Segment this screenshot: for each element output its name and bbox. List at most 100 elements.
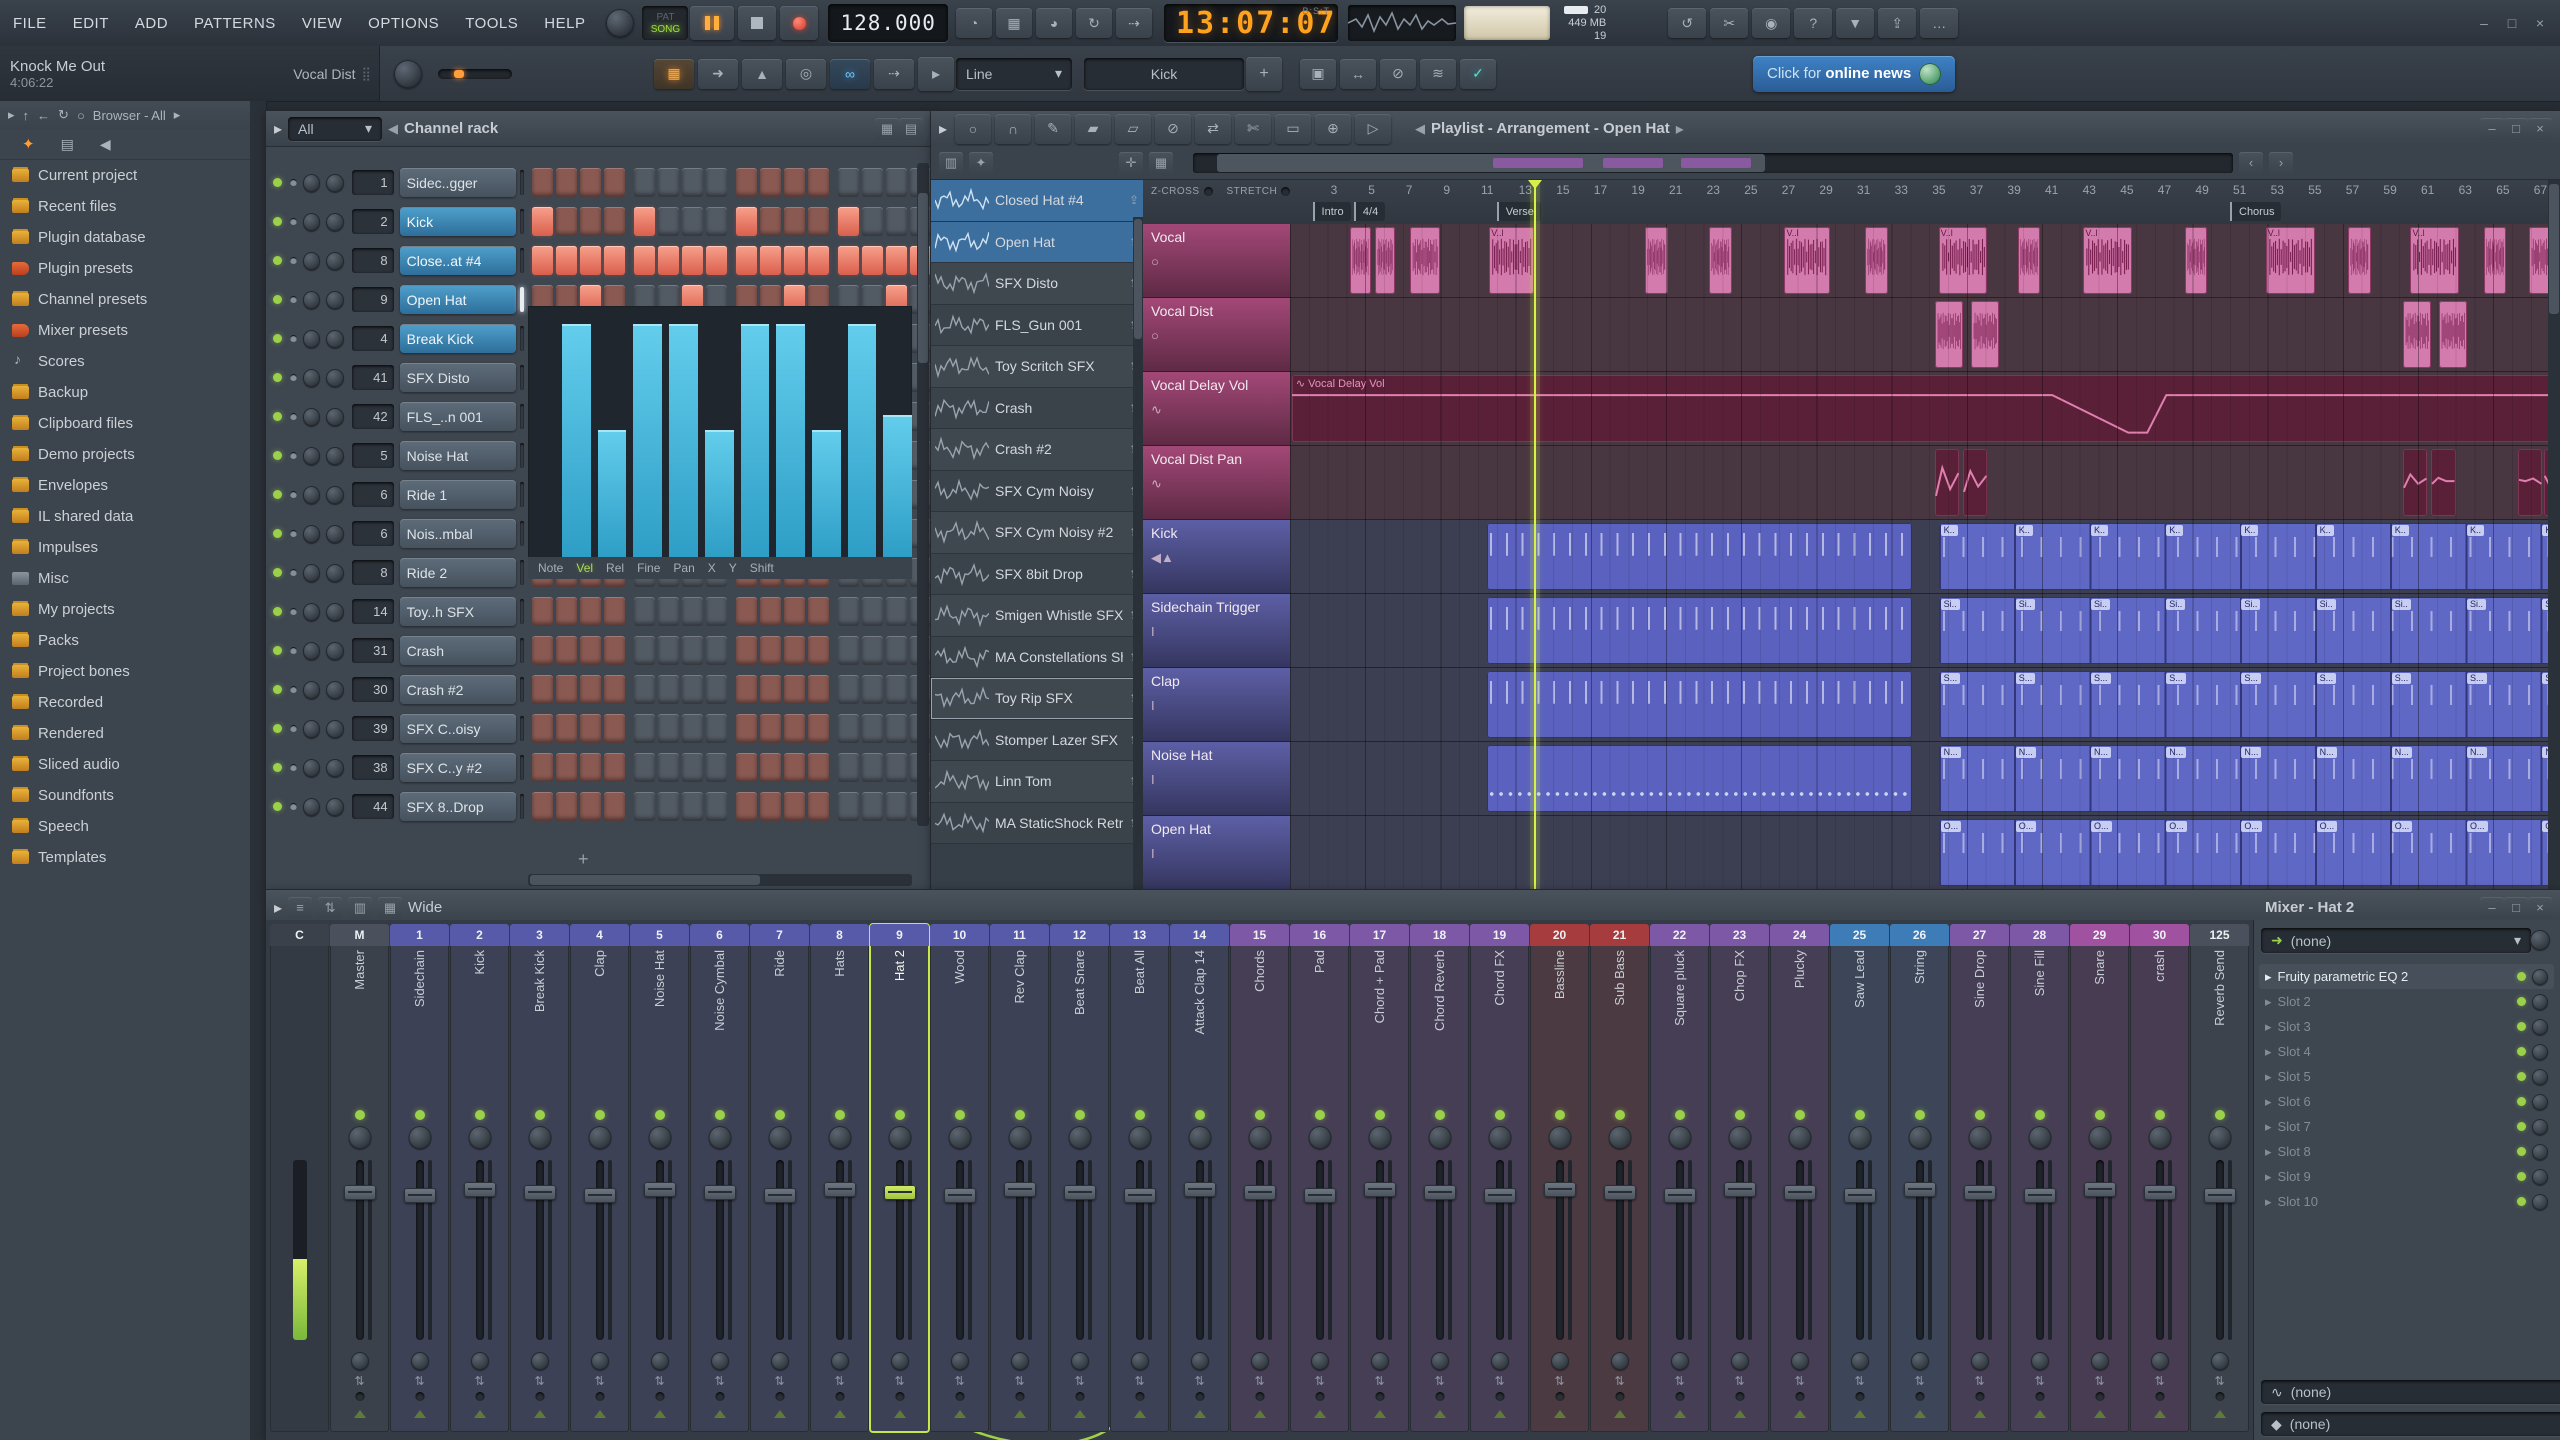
route-arrow-icon[interactable] [413, 1410, 426, 1418]
master-pitch-knob[interactable] [394, 59, 422, 88]
send-2-value[interactable]: (none) [2290, 1416, 2330, 1432]
channel-volume-knob[interactable] [326, 680, 345, 699]
collapse-icon[interactable]: ▸ [274, 898, 282, 918]
channel-button[interactable]: Ride 1 [399, 480, 517, 509]
step-cell[interactable] [759, 207, 781, 236]
route-arrow-icon[interactable] [1073, 1410, 1086, 1418]
clip[interactable] [2017, 227, 2041, 294]
route-updown-icon[interactable]: ⇅ [1914, 1374, 1924, 1388]
channel-volume-knob[interactable] [326, 290, 345, 309]
record-arm-dot[interactable] [1795, 1392, 1804, 1401]
track-header-vocal-delay-vol[interactable]: Vocal Delay Vol ∿ [1143, 372, 1290, 446]
strip-number[interactable]: 3 [510, 924, 569, 946]
channel-mute-dot[interactable] [289, 374, 297, 381]
step-cell[interactable] [603, 597, 625, 626]
menu-help[interactable]: HELP [531, 0, 598, 46]
picker-item[interactable]: Toy Scritch SFX⇪ [931, 346, 1143, 388]
route-updown-icon[interactable]: ⇅ [1374, 1374, 1384, 1388]
record-arm-dot[interactable] [1735, 1392, 1744, 1401]
strip-number[interactable]: 4 [570, 924, 629, 946]
mic-icon[interactable]: ◉ [1752, 8, 1791, 38]
strip-stereo-knob[interactable] [648, 1126, 671, 1149]
step-cell[interactable] [603, 753, 625, 782]
strip-led[interactable] [1734, 1110, 1745, 1120]
channel-filter-value[interactable]: All [298, 121, 314, 137]
strip-number[interactable]: 15 [1230, 924, 1289, 946]
clip[interactable] [2438, 301, 2467, 368]
route-updown-icon[interactable]: ⇅ [1494, 1374, 1504, 1388]
channel-mute-dot[interactable] [289, 608, 297, 615]
volume-fader[interactable] [943, 1188, 976, 1203]
pat-song-switch[interactable]: PAT SONG [642, 6, 689, 40]
mixer-strip-bassline[interactable]: 20 Bassline ⇅ [1530, 924, 1589, 1432]
step-cell[interactable] [681, 792, 703, 821]
tab-star-icon[interactable]: ✦ [22, 135, 35, 153]
route-arrow-icon[interactable] [533, 1410, 546, 1418]
channel-mixer-number[interactable]: 39 [352, 716, 394, 741]
velocity-graph[interactable] [528, 306, 913, 557]
volume-fader[interactable] [1663, 1188, 1696, 1203]
route-updown-icon[interactable]: ⇅ [654, 1374, 664, 1388]
record-arm-dot[interactable] [955, 1392, 964, 1401]
step-cell[interactable] [657, 675, 679, 704]
strip-pan-knob[interactable] [530, 1352, 549, 1370]
clip[interactable] [1374, 227, 1396, 294]
channel-button[interactable]: Crash [399, 636, 517, 665]
mixer-strip-snare[interactable]: 29 Snare ⇅ [2070, 924, 2129, 1432]
pattern-view-icon[interactable]: ▦ [1149, 151, 1173, 174]
picker-item[interactable]: Linn Tom⇪ [931, 761, 1143, 803]
mixer-strip-string[interactable]: 26 String ⇅ [1890, 924, 1949, 1432]
step-cell[interactable] [783, 168, 805, 197]
rack-horizontal-scrollbar[interactable] [528, 874, 912, 886]
velocity-bar[interactable] [776, 324, 805, 557]
channel-mute-dot[interactable] [289, 335, 297, 342]
step-edit-icon[interactable]: ⇢ [874, 58, 914, 89]
strip-number[interactable]: 10 [930, 924, 989, 946]
volume-fader[interactable] [1363, 1182, 1396, 1197]
mixer-strip-sub-bass[interactable]: 21 Sub Bass ⇅ [1590, 924, 1649, 1432]
collapse-icon[interactable]: ▸ [939, 119, 947, 139]
channel-volume-knob[interactable] [326, 563, 345, 582]
volume-fader[interactable] [1903, 1182, 1936, 1197]
step-cell[interactable] [783, 207, 805, 236]
mixer-strip-plucky[interactable]: 24 Plucky ⇅ [1770, 924, 1829, 1432]
velocity-bar[interactable] [847, 324, 877, 557]
channel-pan-knob[interactable] [302, 446, 321, 465]
marker-44[interactable]: 4/4 [1353, 202, 1386, 221]
mixer-strip-beat-all[interactable]: 13 Beat All ⇅ [1110, 924, 1169, 1432]
clip[interactable]: V..l [2410, 227, 2460, 294]
step-cell[interactable] [885, 597, 907, 626]
route-updown-icon[interactable]: ⇅ [414, 1374, 424, 1388]
playhead-marker[interactable] [1528, 180, 1543, 189]
picker-item[interactable]: Open Hat⇪ [931, 221, 1143, 263]
step-cell[interactable] [603, 168, 625, 197]
step-cell[interactable] [555, 675, 577, 704]
step-cell[interactable] [657, 207, 679, 236]
add-channel-plus[interactable]: + [578, 849, 589, 870]
step-cell[interactable] [861, 753, 883, 782]
track-icon[interactable]: ○ [1151, 328, 1282, 343]
picker-item[interactable]: MA StaticShock Retro..⇪ [931, 802, 1143, 844]
fx-slot-mix-knob[interactable] [2532, 1018, 2548, 1035]
step-cell[interactable] [735, 246, 757, 275]
record-arm-dot[interactable] [1615, 1392, 1624, 1401]
step-cell[interactable] [735, 597, 757, 626]
strip-pan-knob[interactable] [1370, 1352, 1389, 1370]
browser-item[interactable]: Recent files [0, 191, 250, 222]
playlist-titlebar[interactable]: ▸ ○ ∩ ✎ ▰ ▱ ⊘ ⇄ ✄ ▭ ⊕ ▷ ◀ Playlist - Arrangement -… [931, 111, 2560, 147]
brush-icon[interactable]: ▰ [1075, 113, 1112, 144]
record-arm-dot[interactable] [1435, 1392, 1444, 1401]
route-arrow-icon[interactable] [2093, 1410, 2106, 1418]
marker-intro[interactable]: Intro [1312, 202, 1351, 221]
clip[interactable] [1487, 671, 1913, 738]
step-cell[interactable] [735, 168, 757, 197]
mute-tool-icon[interactable]: ⊘ [1380, 58, 1416, 89]
step-cell[interactable] [633, 792, 655, 821]
channel-mixer-number[interactable]: 38 [352, 755, 394, 780]
step-cell[interactable] [807, 675, 829, 704]
mixer-strip-noise-cymbal[interactable]: 6 Noise Cymbal ⇅ [690, 924, 749, 1432]
record-arm-dot[interactable] [775, 1392, 784, 1401]
strip-pan-knob[interactable] [1250, 1352, 1269, 1370]
fx-slot-6[interactable]: ▸ Slot 6 [2259, 1089, 2554, 1114]
strip-pan-knob[interactable] [1430, 1352, 1449, 1370]
